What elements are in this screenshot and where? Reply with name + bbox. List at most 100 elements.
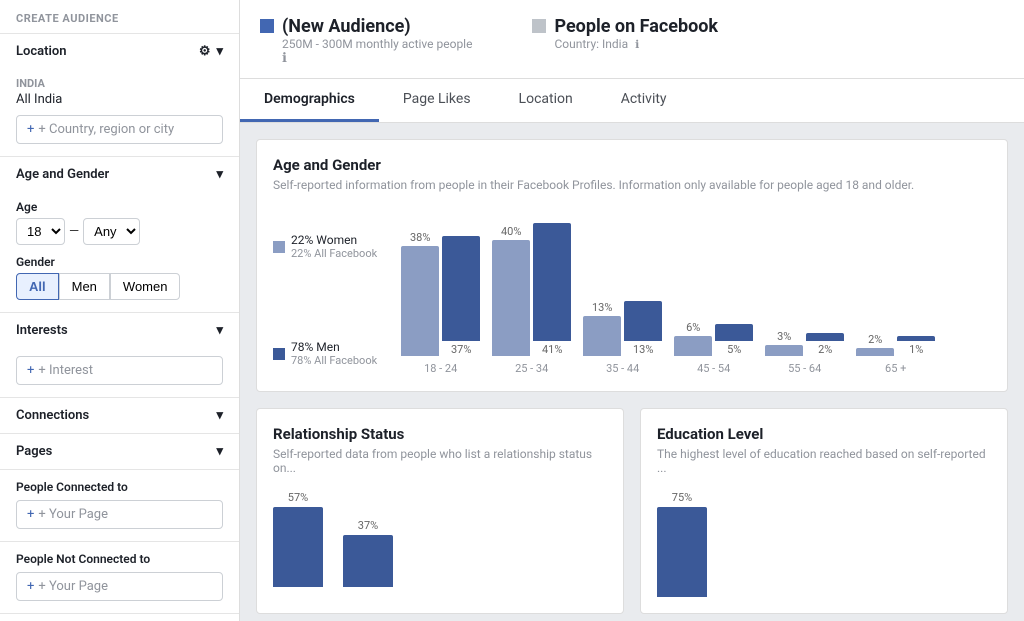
rel-bar-1: 57%: [273, 491, 323, 587]
new-audience-block: (New Audience) 250M - 300M monthly activ…: [260, 16, 472, 66]
education-level-card: Education Level The highest level of edu…: [640, 408, 1008, 614]
bars-pair: 38% 37%: [401, 221, 480, 356]
relationship-status-title: Relationship Status: [273, 425, 607, 443]
new-audience-title: (New Audience): [282, 16, 472, 37]
people-connected-input[interactable]: ++ Your Page: [16, 500, 223, 529]
men-bar-wrap: 41%: [533, 208, 571, 356]
age-dash: —: [69, 224, 79, 239]
location-placeholder: + Country, region or city: [38, 122, 174, 137]
bars-pair: 3% 2%: [765, 318, 844, 356]
men-pct-bot: 1%: [909, 343, 923, 356]
men-pct: [460, 221, 463, 234]
gender-men-button[interactable]: Men: [59, 273, 110, 300]
people-fb-text: People on Facebook Country: India ℹ: [554, 16, 718, 51]
men-bar: [442, 236, 480, 341]
age-group-label: 65 +: [885, 362, 906, 375]
location-header[interactable]: Location ⚙ ▾: [0, 34, 239, 69]
pages-header[interactable]: Pages ▾: [0, 434, 239, 469]
women-pct: 3%: [777, 330, 791, 343]
connections-header[interactable]: Connections ▾: [0, 398, 239, 433]
connections-label: Connections: [16, 408, 89, 423]
men-pct-bot: 41%: [542, 343, 562, 356]
tab-location[interactable]: Location: [495, 79, 597, 122]
men-bar: [533, 223, 571, 341]
settings-icon: ⚙: [199, 44, 211, 59]
men-pct: [642, 286, 645, 299]
people-not-connected-label: People Not Connected to: [16, 552, 223, 566]
interests-label: Interests: [16, 323, 68, 338]
location-input[interactable]: ++ Country, region or city: [16, 115, 223, 144]
legend-men-text: 78% Men 78% All Facebook: [291, 340, 377, 367]
people-connected-section: People Connected to ++ Your Page: [0, 469, 239, 541]
bar-group: 3% 2% 55 - 64: [765, 318, 844, 375]
chevron-down-icon: ▾: [216, 408, 223, 423]
tab-page-likes[interactable]: Page Likes: [379, 79, 495, 122]
location-content: INDIA All India ++ Country, region or ci…: [0, 69, 239, 156]
bar-chart-area: 22% Women 22% All Facebook 78% Men 78% A…: [273, 208, 991, 375]
gray-square-icon: [532, 19, 546, 33]
legend-area: 22% Women 22% All Facebook 78% Men 78% A…: [273, 233, 377, 375]
info-icon: ℹ: [635, 38, 639, 51]
tab-activity[interactable]: Activity: [597, 79, 691, 122]
women-bar: [674, 336, 712, 356]
men-pct: [551, 208, 554, 221]
women-bar-wrap: 38%: [401, 231, 439, 356]
men-color-swatch: [273, 348, 285, 360]
men-pct-bot: 13%: [633, 343, 653, 356]
main-content: (New Audience) 250M - 300M monthly activ…: [240, 0, 1024, 621]
gender-field-label: Gender: [16, 255, 223, 269]
women-bar-wrap: 6%: [674, 321, 712, 356]
info-icon: ℹ: [282, 51, 287, 66]
bar-group: 6% 5% 45 - 54: [674, 309, 753, 375]
interest-placeholder: + Interest: [38, 363, 93, 378]
sidebar-section-interests: Interests ▾ + + Interest: [0, 312, 239, 397]
age-field-label: Age: [16, 200, 223, 214]
education-level-desc: The highest level of education reached b…: [657, 447, 991, 475]
men-bar: [806, 333, 844, 341]
india-sub: All India: [16, 92, 223, 107]
bottom-cards: Relationship Status Self-reported data f…: [256, 408, 1008, 614]
legend-women-text: 22% Women 22% All Facebook: [291, 233, 377, 260]
education-bars: 75%: [657, 491, 991, 597]
age-group-label: 55 - 64: [788, 362, 821, 375]
women-pct: 2%: [868, 333, 882, 346]
men-bar-wrap: 37%: [442, 221, 480, 356]
advanced-section[interactable]: Advanced ›: [0, 613, 239, 621]
people-not-connected-input[interactable]: ++ Your Page: [16, 572, 223, 601]
new-audience-text: (New Audience) 250M - 300M monthly activ…: [282, 16, 472, 66]
women-pct: 38%: [410, 231, 430, 244]
interest-input[interactable]: + + Interest: [16, 356, 223, 385]
plus-icon: +: [27, 363, 34, 378]
men-pct-bot: 37%: [451, 343, 471, 356]
chevron-down-icon: ▾: [216, 167, 223, 182]
sidebar-title: CREATE AUDIENCE: [0, 0, 239, 33]
relationship-bars: 57% 37%: [273, 491, 607, 587]
audience-header: (New Audience) 250M - 300M monthly activ…: [240, 0, 1024, 79]
women-color-swatch: [273, 241, 285, 253]
age-to-select[interactable]: Any: [83, 218, 140, 245]
tab-demographics[interactable]: Demographics: [240, 79, 379, 122]
age-group-label: 45 - 54: [697, 362, 730, 375]
location-label: Location: [16, 44, 67, 59]
men-pct-bot: 5%: [727, 343, 741, 356]
bar-group: 40% 41% 25 - 34: [492, 208, 571, 375]
men-bar-wrap: 1%: [897, 321, 935, 356]
rel-pct-1: 57%: [288, 491, 308, 504]
edu-bar-block-1: [657, 507, 707, 597]
age-from-select[interactable]: 18: [16, 218, 65, 245]
interests-header[interactable]: Interests ▾: [0, 313, 239, 348]
plus-icon: +: [27, 579, 34, 594]
gender-women-button[interactable]: Women: [110, 273, 181, 300]
sidebar-section-pages: Pages ▾: [0, 433, 239, 469]
men-bar-wrap: 13%: [624, 286, 662, 356]
age-gender-chart-desc: Self-reported information from people in…: [273, 178, 991, 192]
bars-pair: 13% 13%: [583, 286, 662, 356]
gender-all-button[interactable]: All: [16, 273, 59, 300]
age-gender-chart-card: Age and Gender Self-reported information…: [256, 139, 1008, 392]
age-gender-header[interactable]: Age and Gender ▾: [0, 157, 239, 192]
bars-container: 38% 37% 18 - 24 40% 41%: [401, 208, 991, 375]
chevron-down-icon: ▾: [216, 44, 223, 59]
chevron-down-icon: ▾: [216, 444, 223, 459]
bar-group: 2% 1% 65 +: [856, 321, 935, 375]
women-bar-wrap: 2%: [856, 333, 894, 356]
